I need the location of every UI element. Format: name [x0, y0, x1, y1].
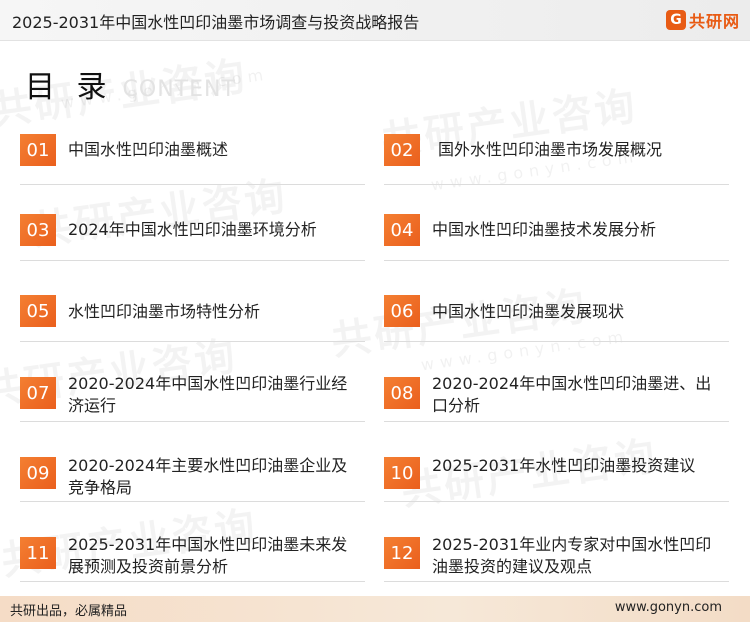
chapter-title: 2025-2031年中国水性凹印油墨未来发展预测及投资前景分析 — [68, 535, 348, 576]
chapter-number-badge: 06 — [384, 295, 420, 327]
chapter-title: 2020-2024年中国水性凹印油墨进、出口分析 — [432, 374, 712, 415]
divider — [384, 581, 729, 582]
divider — [384, 501, 729, 502]
toc-item-03[interactable]: 03 2024年中国水性凹印油墨环境分析 — [20, 201, 365, 261]
chapter-title: 2024年中国水性凹印油墨环境分析 — [68, 220, 317, 239]
divider — [20, 501, 365, 502]
header-bar: 2025-2031年中国水性凹印油墨市场调查与投资战略报告 G 共研网 — [0, 0, 750, 41]
divider — [384, 260, 729, 261]
toc-item-02[interactable]: 02 国外水性凹印油墨市场发展概况 — [384, 125, 729, 185]
chapter-title: 2020-2024年主要水性凹印油墨企业及竞争格局 — [68, 456, 348, 497]
divider — [20, 421, 365, 422]
chapter-number-badge: 12 — [384, 537, 420, 569]
toc-subtitle: CONTENT — [122, 77, 236, 102]
logo-text: 共研网 — [688, 12, 740, 31]
report-title: 2025-2031年中国水性凹印油墨市场调查与投资战略报告 — [12, 13, 420, 32]
toc-item-08[interactable]: 08 2020-2024年中国水性凹印油墨进、出口分析 — [384, 362, 729, 422]
divider — [20, 260, 365, 261]
divider — [20, 341, 365, 342]
chapter-number-badge: 08 — [384, 377, 420, 409]
chapter-number-badge: 03 — [20, 214, 56, 246]
chapter-number-badge: 01 — [20, 134, 56, 166]
footer-url-link[interactable]: www.gonyn.com — [615, 600, 722, 615]
chapter-title: 中国水性凹印油墨概述 — [68, 140, 229, 159]
toc-item-10[interactable]: 10 2025-2031年水性凹印油墨投资建议 — [384, 442, 729, 502]
toc-item-05[interactable]: 05 水性凹印油墨市场特性分析 — [20, 282, 365, 342]
chapter-title: 水性凹印油墨市场特性分析 — [68, 302, 261, 321]
toc-item-04[interactable]: 04 中国水性凹印油墨技术发展分析 — [384, 201, 729, 261]
divider — [384, 421, 729, 422]
chapter-number-badge: 05 — [20, 295, 56, 327]
chapter-title: 中国水性凹印油墨发展现状 — [432, 302, 625, 321]
chapter-number-badge: 09 — [20, 457, 56, 489]
toc-item-11[interactable]: 11 2025-2031年中国水性凹印油墨未来发展预测及投资前景分析 — [20, 522, 365, 582]
chapter-title: 2025-2031年水性凹印油墨投资建议 — [432, 456, 696, 475]
divider — [384, 184, 729, 185]
toc-item-07[interactable]: 07 2020-2024年中国水性凹印油墨行业经济运行 — [20, 362, 365, 422]
chapter-number-badge: 10 — [384, 457, 420, 489]
logo-mark-icon: G — [665, 10, 686, 30]
chapter-number-badge: 04 — [384, 214, 420, 246]
chapter-number-badge: 02 — [384, 134, 420, 166]
chapter-title: 2020-2024年中国水性凹印油墨行业经济运行 — [68, 374, 348, 415]
divider — [20, 184, 365, 185]
toc-item-12[interactable]: 12 2025-2031年业内专家对中国水性凹印油墨投资的建议及观点 — [384, 522, 729, 582]
chapter-title: 中国水性凹印油墨技术发展分析 — [432, 220, 657, 239]
toc-item-06[interactable]: 06 中国水性凹印油墨发展现状 — [384, 282, 729, 342]
footer-slogan: 共研出品，必属精品 — [10, 604, 128, 619]
toc-item-09[interactable]: 09 2020-2024年主要水性凹印油墨企业及竞争格局 — [20, 442, 365, 502]
toc-item-01[interactable]: 01 中国水性凹印油墨概述 — [20, 125, 365, 185]
brand-logo[interactable]: G 共研网 — [665, 8, 740, 32]
toc-heading: 目 录 CONTENT — [25, 71, 236, 105]
divider — [384, 341, 729, 342]
chapter-title: 2025-2031年业内专家对中国水性凹印油墨投资的建议及观点 — [432, 535, 712, 576]
chapter-number-badge: 11 — [20, 537, 56, 569]
footer-bar: 共研出品，必属精品 www.gonyn.com — [0, 596, 750, 622]
divider — [20, 581, 365, 582]
toc-title: 目 录 — [25, 70, 113, 105]
chapter-title: 国外水性凹印油墨市场发展概况 — [438, 140, 663, 159]
chapter-number-badge: 07 — [20, 377, 56, 409]
